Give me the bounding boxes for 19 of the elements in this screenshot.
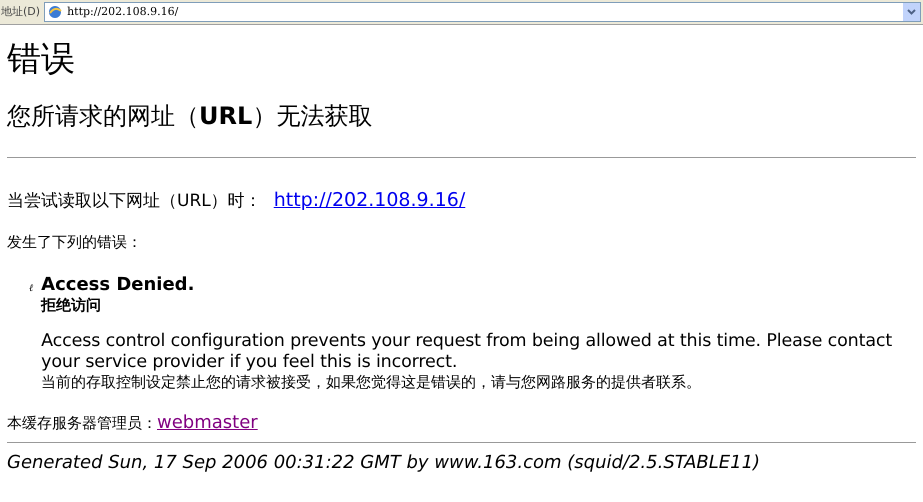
page-title: 错误 (7, 39, 76, 79)
dropdown-button[interactable] (903, 3, 920, 21)
error-heading-chinese: 拒绝访问 (41, 295, 102, 315)
webmaster-link[interactable]: webmaster (157, 409, 258, 436)
address-label: 地址(D) (1, 4, 40, 20)
chevron-down-icon (907, 9, 916, 15)
url-text: http://202.108.9.16/ (67, 4, 180, 20)
error-intro: 发生了下列的错误： (7, 232, 143, 252)
error-message: Access control configuration prevents your request from being allowed at this time. Please contact your service provider if you feel this is incorrect. (41, 331, 894, 373)
browser-page-icon (47, 4, 64, 20)
error-message-chinese: 当前的存取控制设定禁止您的请求被接受，如果您觉得这是错误的，请与您网路服务的提供者联系。 (41, 373, 702, 391)
footer-text: Generated Sun, 17 Sep 2006 00:31:22 GMT by www.163.com (squid/2.5.STABLE11) (7, 451, 762, 475)
request-link[interactable]: http://202.108.9.16/ (274, 186, 466, 214)
error-heading: Access Denied. (41, 275, 196, 295)
page-subtitle: 您所请求的网址（URL）无法获取 (7, 101, 374, 131)
address-field[interactable]: http://202.108.9.16/ (44, 2, 921, 22)
admin-label: 本缓存服务器管理员： (7, 413, 157, 434)
request-label: 当尝试读取以下网址（URL）时： (7, 190, 262, 213)
bullet: ℓ (29, 282, 34, 296)
